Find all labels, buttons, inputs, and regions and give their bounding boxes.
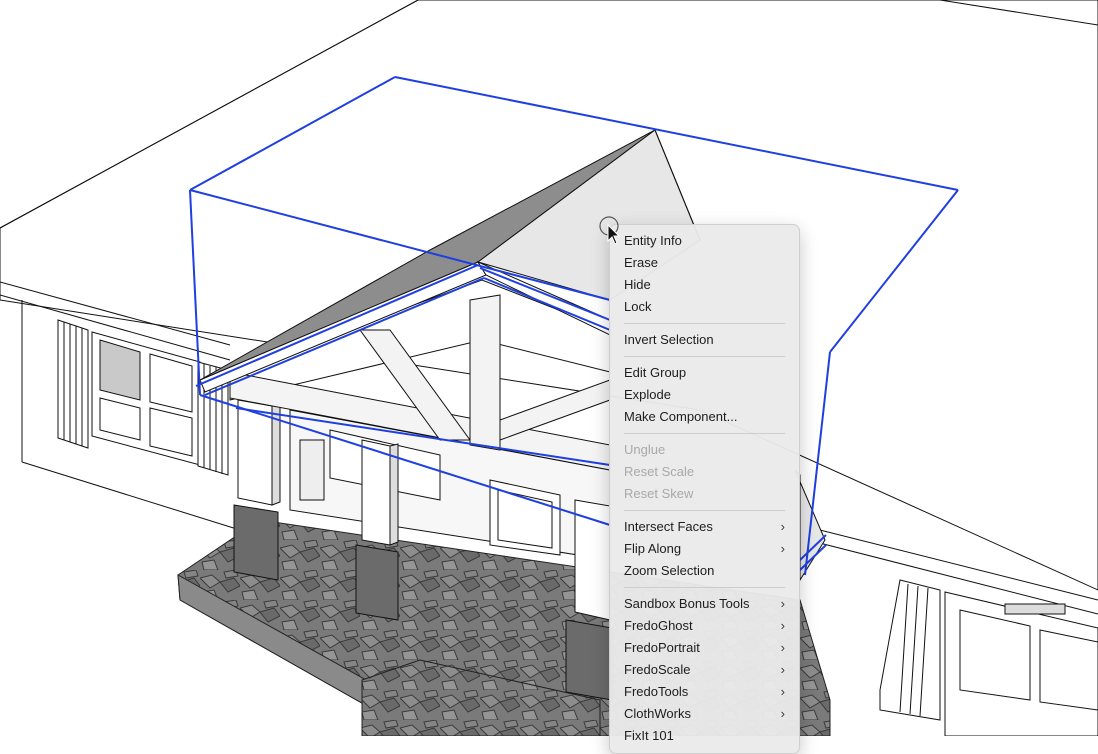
- menu-item-sandbox-bonus-tools[interactable]: Sandbox Bonus Tools ›: [610, 593, 799, 615]
- menu-item-explode[interactable]: Explode: [610, 384, 799, 406]
- menu-separator: [624, 510, 785, 511]
- menu-item-label: Flip Along: [624, 541, 682, 556]
- menu-item-fredotools[interactable]: FredoTools ›: [610, 681, 799, 703]
- menu-item-label: Explode: [624, 387, 671, 402]
- menu-item-label: Reset Skew: [624, 486, 694, 501]
- menu-item-intersect-faces[interactable]: Intersect Faces ›: [610, 516, 799, 538]
- menu-item-label: FredoTools: [624, 684, 689, 699]
- chevron-right-icon: ›: [780, 541, 785, 556]
- menu-item-label: Entity Info: [624, 233, 682, 248]
- menu-item-label: FredoScale: [624, 662, 691, 677]
- menu-item-hide[interactable]: Hide: [610, 274, 799, 296]
- menu-item-fixit-101[interactable]: FixIt 101: [610, 725, 799, 747]
- chevron-right-icon: ›: [780, 684, 785, 699]
- menu-item-reset-skew: Reset Skew: [610, 483, 799, 505]
- menu-item-unglue: Unglue: [610, 439, 799, 461]
- menu-item-fredoscale[interactable]: FredoScale ›: [610, 659, 799, 681]
- menu-item-zoom-selection[interactable]: Zoom Selection: [610, 560, 799, 582]
- menu-item-label: ClothWorks: [624, 706, 691, 721]
- arrow-cursor-icon: [599, 216, 621, 245]
- right-window: [879, 579, 1098, 736]
- menu-item-fredoportrait[interactable]: FredoPortrait ›: [610, 637, 799, 659]
- menu-item-erase[interactable]: Erase: [610, 252, 799, 274]
- chevron-right-icon: ›: [780, 596, 785, 611]
- chevron-right-icon: ›: [780, 618, 785, 633]
- menu-item-edit-group[interactable]: Edit Group: [610, 362, 799, 384]
- menu-item-label: Invert Selection: [624, 332, 714, 347]
- menu-item-lock[interactable]: Lock: [610, 296, 799, 318]
- menu-item-reset-scale: Reset Scale: [610, 461, 799, 483]
- menu-item-label: Edit Group: [624, 365, 687, 380]
- chevron-right-icon: ›: [780, 662, 785, 677]
- menu-item-label: Zoom Selection: [624, 563, 715, 578]
- chevron-right-icon: ›: [780, 706, 785, 721]
- model-viewport[interactable]: [0, 0, 1098, 736]
- menu-separator: [624, 323, 785, 324]
- menu-item-label: Intersect Faces: [624, 519, 713, 534]
- menu-separator: [624, 356, 785, 357]
- chevron-right-icon: ›: [780, 519, 785, 534]
- context-menu[interactable]: Entity Info Erase Hide Lock Invert Selection…: [609, 224, 800, 754]
- menu-item-label: Reset Scale: [624, 464, 695, 479]
- menu-item-clothworks[interactable]: ClothWorks ›: [610, 703, 799, 725]
- menu-item-make-component[interactable]: Make Component...: [610, 406, 799, 428]
- menu-item-label: FredoGhost: [624, 618, 693, 633]
- menu-item-label: Sandbox Bonus Tools: [624, 596, 750, 611]
- menu-item-label: Lock: [624, 299, 652, 314]
- menu-item-entity-info[interactable]: Entity Info: [610, 230, 799, 252]
- menu-item-fredoghost[interactable]: FredoGhost ›: [610, 615, 799, 637]
- chevron-right-icon: ›: [780, 640, 785, 655]
- menu-item-label: Unglue: [624, 442, 666, 457]
- menu-item-label: FredoPortrait: [624, 640, 700, 655]
- menu-item-flip-along[interactable]: Flip Along ›: [610, 538, 799, 560]
- menu-item-label: Make Component...: [624, 409, 738, 424]
- menu-item-invert-selection[interactable]: Invert Selection: [610, 329, 799, 351]
- menu-separator: [624, 587, 785, 588]
- menu-separator: [624, 433, 785, 434]
- menu-item-label: Hide: [624, 277, 651, 292]
- left-window: [57, 319, 229, 476]
- menu-item-label: Erase: [624, 255, 658, 270]
